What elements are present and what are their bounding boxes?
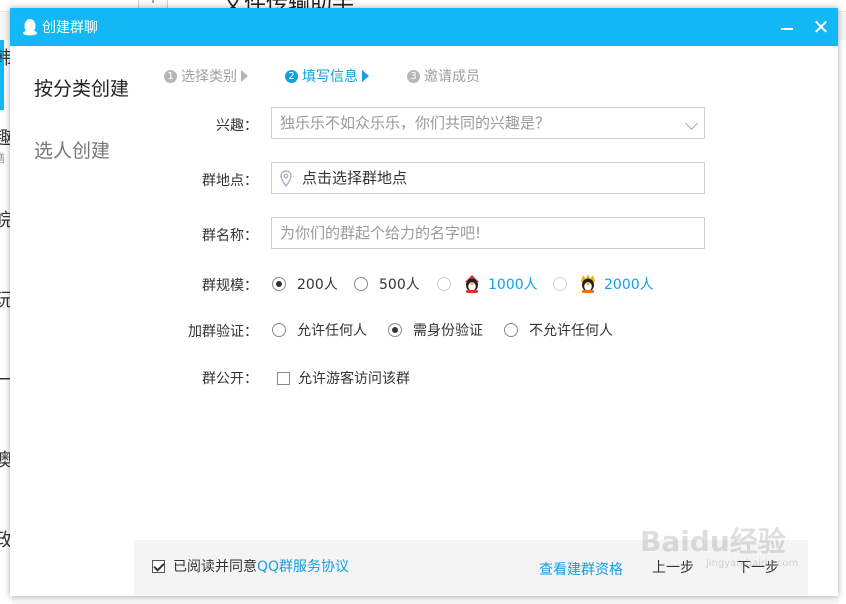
group-public-label: 群公开： [202,371,258,387]
step-invite-members: 3 邀请成员 [407,66,480,86]
minimize-button[interactable] [774,14,800,40]
radio-selected-icon [388,323,402,337]
interest-label: 兴趣： [216,118,258,134]
group-name-input[interactable]: 为你们的群起个给力的名字吧! [271,217,705,249]
step-arrow-icon [362,70,369,82]
service-agreement-link[interactable]: QQ群服务协议 [257,556,349,576]
radio-icon [504,323,518,337]
step-label: 邀请成员 [424,69,480,85]
view-qualification-link[interactable]: 查看建群资格 [539,559,623,579]
radio-label: 500人 [379,277,420,293]
radio-icon [437,277,451,291]
radio-icon [272,323,286,337]
baidu-watermark-url: jingyan.baidu.com [706,558,799,569]
dialog-titlebar[interactable]: 创建群聊 ✕ [10,8,838,46]
create-group-dialog: 创建群聊 ✕ 按分类创建 选人创建 1 选择类别 2 填写信息 3 邀请成员 兴… [10,8,838,596]
sidebar-item-by-category[interactable]: 按分类创建 [34,74,129,101]
map-pin-icon [280,170,292,187]
radio-label: 不允许任何人 [529,323,613,339]
allow-guest-checkbox[interactable]: 允许游客访问该群 [277,368,410,388]
radio-label: 1000人 [488,277,538,293]
location-picker[interactable]: 点击选择群地点 [271,162,705,194]
radio-icon [553,277,567,291]
dialog-title: 创建群聊 [42,20,98,36]
location-label: 群地点： [202,173,258,189]
radio-selected-icon [272,277,286,291]
qq-penguin-icon [23,19,37,36]
size-radio-1000[interactable]: 1000人 [437,274,538,294]
verify-radio-identity[interactable]: 需身份验证 [388,320,483,340]
agree-text: 已阅读并同意 [173,559,257,575]
checkbox-checked-icon [152,559,165,573]
radio-label: 200人 [297,277,338,293]
gold-penguin-vip-icon [581,274,595,293]
radio-label: 允许任何人 [297,323,367,339]
minimize-icon [781,28,793,30]
location-value: 点击选择群地点 [302,169,408,187]
interest-select[interactable]: 独乐乐不如众乐乐，你们共同的兴趣是？ [271,107,705,139]
size-radio-200[interactable]: 200人 [272,274,338,294]
size-radio-500[interactable]: 500人 [354,274,420,294]
sidebar-item-by-people[interactable]: 选人创建 [34,136,110,163]
close-icon: ✕ [812,15,830,39]
baidu-watermark: Baidu经验 [640,525,786,558]
background-right-edge [838,40,846,604]
chevron-down-icon [685,117,698,130]
step-select-category: 1 选择类别 [164,66,248,86]
radio-icon [354,277,368,291]
verify-radio-nobody[interactable]: 不允许任何人 [504,320,613,340]
checkbox-label: 允许游客访问该群 [298,371,410,387]
step-number: 3 [407,69,420,83]
step-number: 1 [164,69,177,83]
step-fill-info: 2 填写信息 [285,66,369,86]
radio-label: 需身份验证 [413,323,483,339]
group-size-label: 群规模： [202,278,258,294]
group-name-label: 群名称： [202,228,258,244]
agree-terms-checkbox[interactable]: 已阅读并同意 QQ群服务协议 [152,556,349,576]
checkbox-icon [277,371,290,385]
background-chat-fragment: 鳝 [0,150,5,166]
create-mode-sidebar: 按分类创建 选人创建 [10,46,145,596]
group-name-placeholder: 为你们的群起个给力的名字吧! [280,224,482,242]
verify-radio-anyone[interactable]: 允许任何人 [272,320,367,340]
step-label: 选择类别 [181,69,237,85]
radio-label: 2000人 [604,277,654,293]
step-label: 填写信息 [302,69,358,85]
join-verify-label: 加群验证： [188,324,258,340]
step-arrow-icon [241,70,248,82]
size-radio-2000[interactable]: 2000人 [553,274,654,294]
close-button[interactable]: ✕ [808,14,834,40]
step-number: 2 [285,69,298,83]
red-penguin-vip-icon [465,275,479,293]
interest-placeholder: 独乐乐不如众乐乐，你们共同的兴趣是？ [280,114,551,132]
